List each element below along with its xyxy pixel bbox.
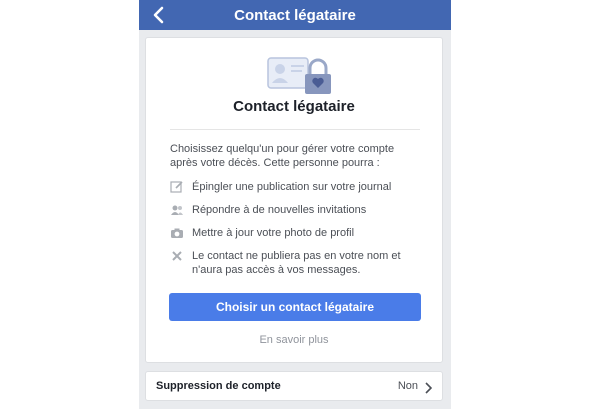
capability-item-no-posting: Le contact ne publiera pas en votre nom … [170, 249, 430, 277]
capability-label: Le contact ne publiera pas en votre nom … [192, 250, 401, 276]
setting-value: Non [397, 380, 418, 392]
legacy-contact-card: Contact légataire Choisissez quelqu'un p… [145, 37, 443, 363]
pencil-icon [170, 180, 184, 194]
camera-icon [170, 226, 184, 240]
nav-bar: Contact légataire [139, 0, 451, 30]
account-deletion-setting[interactable]: Suppression de compte Non [145, 371, 443, 401]
friends-icon [170, 203, 184, 217]
setting-label: Suppression de compte [156, 380, 281, 392]
back-arrow-icon[interactable] [151, 5, 167, 25]
id-card-lock-icon [266, 55, 334, 95]
capability-item-profile-photo: Mettre à jour votre photo de profil [170, 226, 430, 240]
capability-label: Épingler une publication sur votre journ… [192, 181, 392, 193]
capability-label: Mettre à jour votre photo de profil [192, 227, 355, 239]
capability-label: Répondre à de nouvelles invitations [192, 204, 367, 216]
learn-more-link[interactable]: En savoir plus [146, 334, 442, 346]
intro-text: Choisissez quelqu'un pour gérer votre co… [170, 143, 395, 169]
phone-screen: Contact légataire Contact légataire Choi… [139, 0, 451, 409]
chevron-right-icon [424, 381, 433, 394]
capability-item-pin-post: Épingler une publication sur votre journ… [170, 180, 430, 194]
nav-title: Contact légataire [234, 6, 356, 24]
x-icon [170, 249, 184, 263]
choose-legacy-contact-button[interactable]: Choisir un contact légataire [169, 293, 421, 321]
divider [170, 129, 420, 130]
card-title: Contact légataire [233, 98, 355, 115]
capability-item-friend-requests: Répondre à de nouvelles invitations [170, 203, 430, 217]
